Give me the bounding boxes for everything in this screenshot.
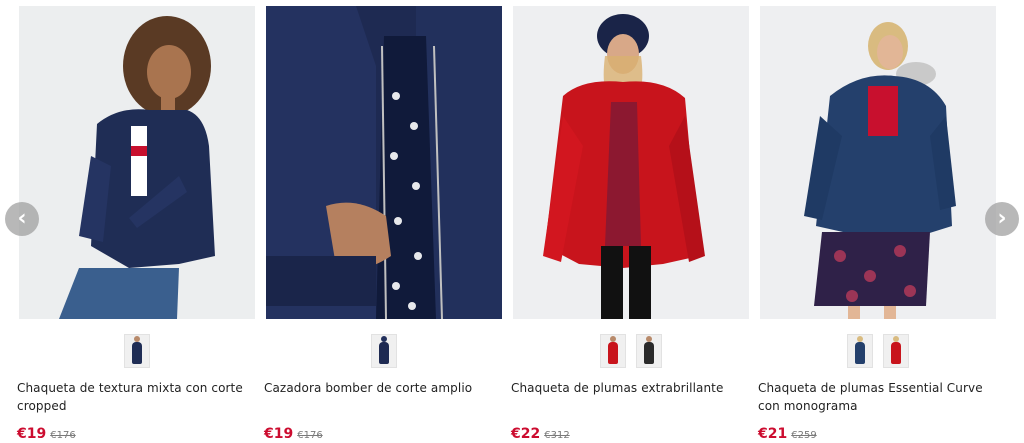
product-name[interactable]: Cazadora bomber de corte amplio bbox=[264, 379, 504, 397]
sale-price: €19 bbox=[17, 426, 47, 442]
original-price: €259 bbox=[791, 430, 817, 441]
chevron-right-icon: › bbox=[997, 206, 1007, 231]
original-price: €312 bbox=[544, 430, 570, 441]
model-photo-2 bbox=[266, 6, 502, 319]
original-price: €176 bbox=[297, 430, 323, 441]
product-image[interactable] bbox=[513, 6, 749, 319]
chevron-left-icon: ‹ bbox=[17, 206, 27, 231]
color-swatches bbox=[513, 334, 749, 368]
carousel-prev-button[interactable]: ‹ bbox=[5, 202, 39, 236]
product-name[interactable]: Chaqueta de plumas extrabrillante bbox=[511, 379, 751, 397]
product-carousel: Chaqueta de textura mixta con corte crop… bbox=[0, 0, 1024, 443]
model-photo-3 bbox=[543, 14, 705, 319]
color-swatch[interactable] bbox=[124, 334, 150, 368]
product-image[interactable] bbox=[266, 6, 502, 319]
product-image[interactable] bbox=[19, 6, 255, 319]
carousel-next-button[interactable]: › bbox=[985, 202, 1019, 236]
color-swatch[interactable] bbox=[600, 334, 626, 368]
product-price: €22 €312 bbox=[511, 423, 570, 442]
sale-price: €21 bbox=[758, 426, 788, 442]
color-swatch[interactable] bbox=[883, 334, 909, 368]
color-swatch[interactable] bbox=[636, 334, 662, 368]
product-name[interactable]: Chaqueta de textura mixta con corte crop… bbox=[17, 379, 257, 415]
color-swatches bbox=[266, 334, 502, 368]
model-photo-4 bbox=[804, 22, 956, 319]
color-swatch[interactable] bbox=[371, 334, 397, 368]
product-card[interactable]: Cazadora bomber de corte amplio €19 €176 bbox=[264, 6, 502, 442]
product-price: €21 €259 bbox=[758, 423, 817, 442]
product-price: €19 €176 bbox=[17, 423, 76, 442]
color-swatches bbox=[760, 334, 996, 368]
product-name[interactable]: Chaqueta de plumas Essential Curve con m… bbox=[758, 379, 998, 415]
color-swatches bbox=[19, 334, 255, 368]
original-price: €176 bbox=[50, 430, 76, 441]
sale-price: €19 bbox=[264, 426, 294, 442]
product-card[interactable]: Chaqueta de plumas Essential Curve con m… bbox=[758, 6, 996, 442]
product-card[interactable]: Chaqueta de plumas extrabrillante €22 €31… bbox=[511, 6, 749, 442]
sale-price: €22 bbox=[511, 426, 541, 442]
color-swatch[interactable] bbox=[847, 334, 873, 368]
product-image[interactable] bbox=[760, 6, 996, 319]
model-photo-1 bbox=[59, 16, 215, 319]
product-price: €19 €176 bbox=[264, 423, 323, 442]
product-card[interactable]: Chaqueta de textura mixta con corte crop… bbox=[17, 6, 255, 442]
